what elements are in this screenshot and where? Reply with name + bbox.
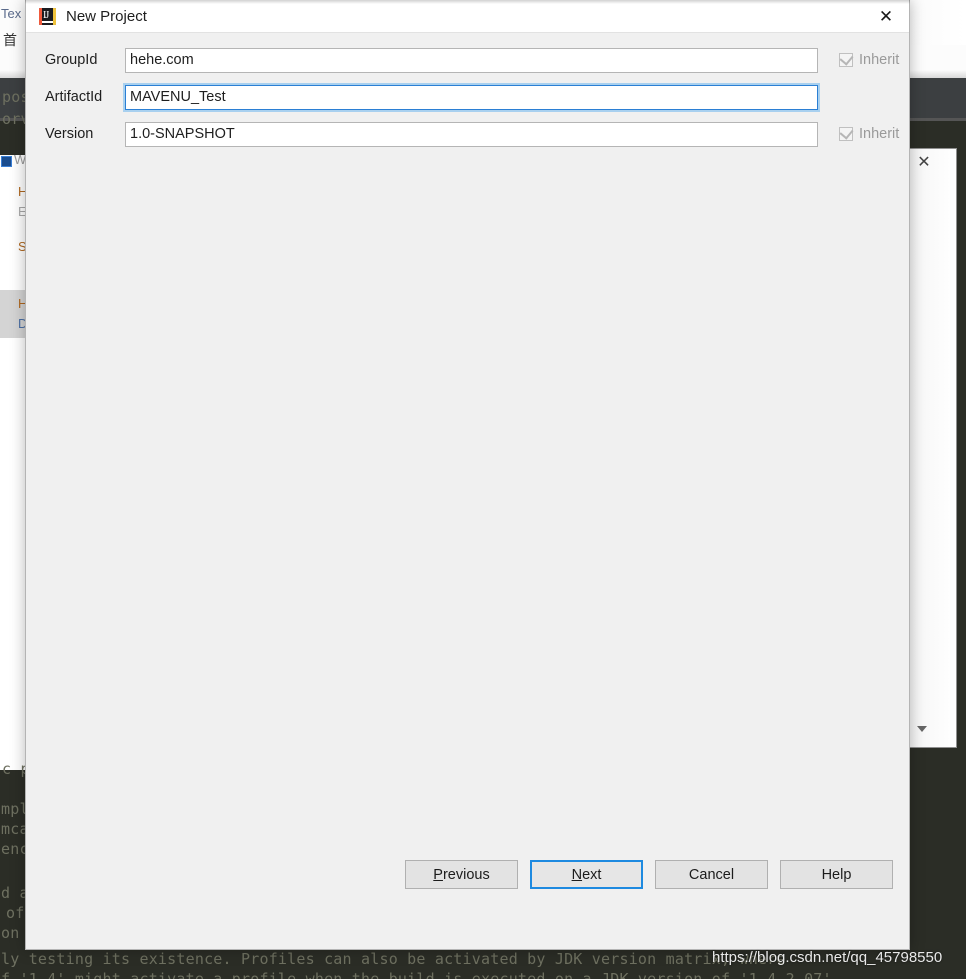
groupid-label: GroupId (45, 52, 98, 68)
dialog-button-bar: Previous Next Cancel Help (26, 860, 911, 889)
background-module-icon (1, 156, 12, 167)
groupid-input[interactable] (125, 47, 818, 73)
dialog-drop-shadow (25, 0, 910, 4)
previous-button[interactable]: Previous (405, 860, 518, 889)
background-browser-tab-label[interactable]: Tex (1, 6, 21, 21)
cancel-button[interactable]: Cancel (655, 860, 768, 889)
version-input[interactable] (125, 121, 818, 147)
form-row-version: Version Inherit (26, 120, 909, 148)
artifactid-label: ArtifactId (45, 89, 103, 105)
version-label: Version (45, 126, 94, 142)
new-project-dialog: IJ New Project ✕ GroupId Inherit Artifac… (25, 0, 910, 950)
watermark-text: https://blog.csdn.net/qq_45798550 (712, 949, 943, 966)
background-code-line: of (6, 904, 25, 922)
screen-root: Tex 首 pos orv W H E S H D ✕ c p mpl mca … (0, 0, 966, 979)
version-inherit-label: Inherit (859, 126, 900, 142)
next-button[interactable]: Next (530, 860, 643, 889)
background-bookmark-label[interactable]: 首 (3, 30, 17, 50)
next-button-label: Next (571, 866, 602, 883)
chevron-down-icon[interactable] (914, 722, 930, 734)
dialog-title-bar: IJ New Project ✕ (26, 0, 909, 33)
background-right-popup-panel (907, 148, 957, 748)
form-row-groupid: GroupId Inherit (26, 46, 909, 74)
version-inherit-checkbox[interactable]: Inherit (839, 125, 900, 142)
background-right-top-panel (907, 0, 966, 45)
form-row-artifactid: ArtifactId Inherit (26, 83, 909, 111)
groupid-inherit-checkbox[interactable]: Inherit (839, 51, 900, 68)
checkbox-icon[interactable] (839, 125, 854, 141)
cancel-button-label: Cancel (688, 866, 735, 883)
close-icon[interactable]: ✕ (863, 0, 909, 33)
groupid-inherit-label: Inherit (859, 52, 900, 68)
dialog-title: New Project (66, 7, 147, 25)
close-icon[interactable]: ✕ (915, 153, 933, 171)
background-code-line: on (1, 924, 20, 942)
intellij-idea-icon: IJ (39, 7, 56, 25)
previous-button-label: Previous (433, 866, 490, 883)
artifactid-input[interactable] (125, 84, 818, 110)
background-code-line: ly testing its existence. Profiles can a… (1, 950, 786, 968)
help-button-label: Help (821, 866, 852, 883)
dialog-body: GroupId Inherit ArtifactId Inherit Versi… (26, 33, 909, 901)
background-code-line: f '1.4' might activate a profile when th… (1, 970, 832, 979)
checkbox-icon[interactable] (839, 51, 854, 67)
help-button[interactable]: Help (780, 860, 893, 889)
